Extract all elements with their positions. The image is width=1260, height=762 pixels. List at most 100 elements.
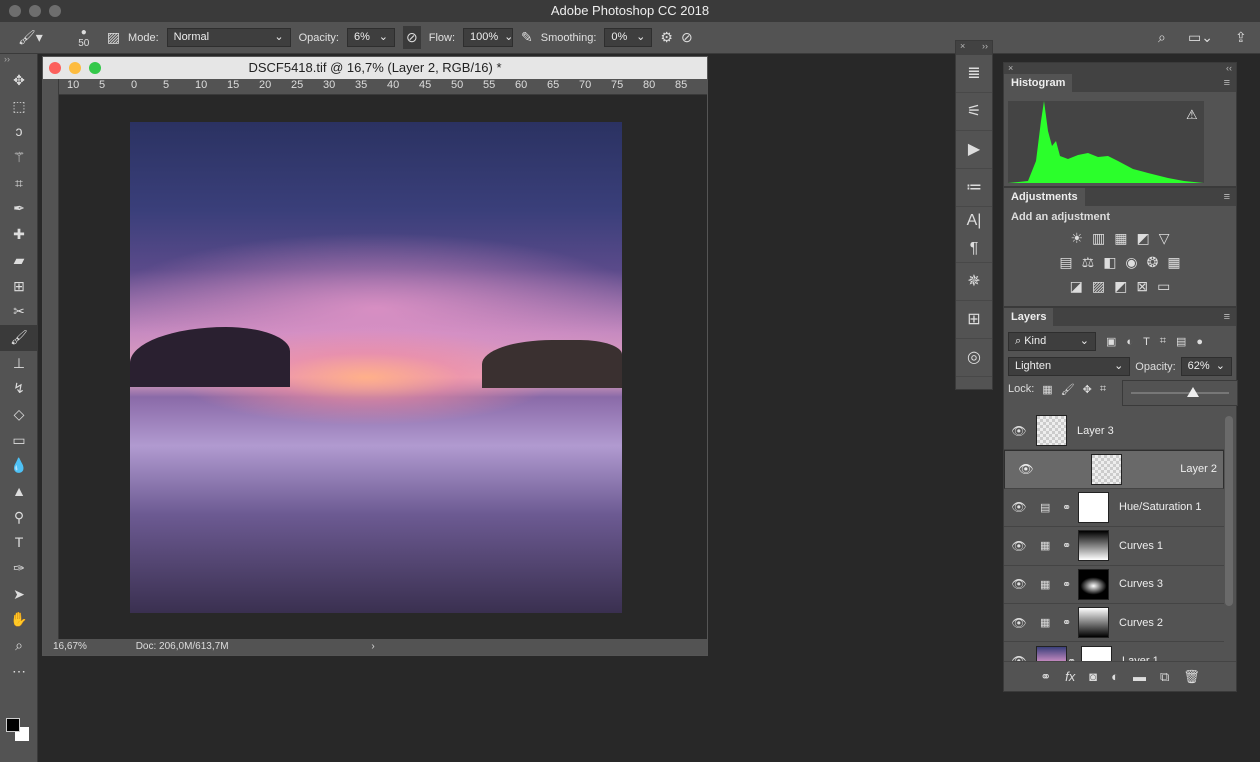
lock-transparent-icon[interactable]: ▦	[1042, 383, 1052, 396]
link-icon[interactable]: ⚭	[1062, 501, 1078, 514]
link-icon[interactable]: ⚭	[1062, 539, 1078, 552]
navigator-icon[interactable]: ✵	[956, 263, 992, 301]
new-adjustment-icon[interactable]: ◐	[1111, 669, 1119, 684]
filter-toggle[interactable]: ●	[1196, 336, 1203, 348]
more-tool-icon[interactable]: ⋯	[0, 659, 38, 685]
layer-row[interactable]: 👁 ▤ ⚭ Hue/Saturation 1	[1004, 489, 1224, 528]
layer-row[interactable]: 👁 ⚭ Layer 1	[1004, 642, 1224, 662]
close-icon[interactable]: ×	[1008, 63, 1013, 74]
stamp-tool-icon[interactable]: ⊥	[0, 351, 38, 377]
threshold-icon[interactable]: ◩	[1114, 278, 1127, 295]
layer-thumbnail[interactable]	[1091, 454, 1123, 486]
collapse-icon[interactable]: ››	[0, 54, 37, 68]
new-group-icon[interactable]: ▬	[1133, 669, 1146, 684]
layer-mask-thumbnail[interactable]	[1078, 491, 1109, 523]
horizontal-ruler[interactable]: 10 5 0 5 10 15 20 25 30 35 40 45 50 55 60 65 70 75 80 85	[59, 79, 707, 95]
pen-tool-icon[interactable]: ✑	[0, 556, 38, 582]
gradient-tool-icon[interactable]: ▭	[0, 428, 38, 454]
histogram-tab[interactable]: Histogram	[1004, 74, 1073, 92]
paragraph-icon[interactable]: ¶	[956, 235, 992, 263]
layer-thumbnail[interactable]	[1036, 415, 1067, 447]
channel-mixer-icon[interactable]: ❂	[1147, 254, 1159, 271]
layer-opacity-input[interactable]: 62% ⌄	[1180, 357, 1232, 376]
panel-menu-icon[interactable]: ≡	[1224, 74, 1236, 92]
doc-close-button[interactable]	[49, 62, 61, 74]
hand-tool-icon[interactable]: ✋	[0, 607, 38, 633]
layer-row[interactable]: 👁 Layer 3	[1004, 412, 1224, 451]
photo-filter-icon[interactable]: ◉	[1125, 254, 1137, 271]
opacity-slider-track[interactable]	[1131, 392, 1229, 394]
link-icon[interactable]: ⚭	[1062, 578, 1078, 591]
lock-pixels-icon[interactable]: 🖌	[1061, 383, 1075, 396]
content-aware-tool-icon[interactable]: ⊞	[0, 274, 38, 300]
brightness-icon[interactable]: ☀	[1070, 230, 1083, 247]
zoom-tool-icon[interactable]: ⌕	[0, 633, 38, 659]
search-icon[interactable]: ⌕	[1158, 29, 1166, 46]
mode-select[interactable]: Normal ⌄	[166, 28, 291, 47]
link-layers-icon[interactable]: ⚭	[1040, 669, 1051, 685]
info-icon[interactable]: ⊞	[956, 301, 992, 339]
collapse-icon[interactable]: ‹‹	[1226, 63, 1232, 74]
filter-smart-object-icon[interactable]: ▤	[1176, 335, 1186, 348]
levels-icon[interactable]: ▥	[1092, 230, 1105, 247]
layers-tab[interactable]: Layers	[1004, 308, 1054, 326]
opacity-input[interactable]: 6% ⌄	[346, 28, 395, 47]
curves-icon[interactable]: ▦	[1114, 230, 1127, 247]
layer-name[interactable]: Curves 1	[1119, 540, 1163, 552]
actions-play-icon[interactable]: ▶	[956, 131, 992, 169]
smoothing-input[interactable]: 0% ⌄	[604, 28, 653, 47]
close-icon[interactable]: ×	[960, 41, 965, 55]
selective-color-icon[interactable]: ⊠	[1136, 278, 1148, 295]
layer-row[interactable]: 👁 ▦ ⚭ Curves 1	[1004, 527, 1224, 566]
share-icon[interactable]: ⇪	[1235, 29, 1247, 46]
layer-name[interactable]: Layer 2	[1180, 461, 1217, 478]
history-brush-tool-icon[interactable]: ↯	[0, 376, 38, 402]
exposure-icon[interactable]: ◩	[1137, 230, 1150, 247]
lock-position-icon[interactable]: ✥	[1083, 383, 1092, 396]
layer-name[interactable]: Curves 2	[1119, 617, 1163, 629]
opacity-slider-thumb[interactable]	[1187, 387, 1199, 397]
path-select-tool-icon[interactable]: ➤	[0, 582, 38, 608]
filter-type-icon[interactable]: T	[1143, 336, 1150, 348]
patch-tool-icon[interactable]: ▰	[0, 248, 38, 274]
canvas-image[interactable]	[130, 122, 622, 613]
foreground-color-swatch[interactable]	[6, 718, 20, 732]
color-balance-icon[interactable]: ⚖	[1082, 254, 1095, 271]
move-tool-icon[interactable]: ✥	[0, 68, 38, 94]
new-layer-icon[interactable]: ⧉	[1160, 669, 1169, 685]
layers-scrollbar[interactable]	[1225, 416, 1233, 606]
posterize-icon[interactable]: ▨	[1092, 278, 1105, 295]
layer-row[interactable]: 👁 ▦ ⚭ Curves 2	[1004, 604, 1224, 643]
add-mask-icon[interactable]: ◙	[1089, 669, 1097, 684]
visibility-eye-icon[interactable]: 👁	[1004, 577, 1034, 591]
color-lookup-icon[interactable]: ▦	[1167, 254, 1180, 271]
layer-mask-thumbnail[interactable]	[1081, 645, 1112, 662]
layer-name[interactable]: Layer 3	[1077, 425, 1114, 437]
magic-wand-tool-icon[interactable]: ⚚	[0, 145, 38, 171]
dodge-tool-icon[interactable]: ▲	[0, 479, 38, 505]
status-arrow-icon[interactable]: ›	[371, 641, 374, 652]
doc-zoom-button[interactable]	[89, 62, 101, 74]
doc-minimize-button[interactable]	[69, 62, 81, 74]
airbrush-icon[interactable]: ✎	[521, 29, 533, 46]
fx-icon[interactable]: fx	[1065, 669, 1075, 684]
clone-source-icon[interactable]: ≔	[956, 169, 992, 207]
gradient-map-icon[interactable]: ▭	[1157, 278, 1170, 295]
brush-tool-icon[interactable]: 🖌	[0, 324, 38, 351]
pressure-size-icon[interactable]: ⊘	[681, 29, 693, 46]
layer-mask-thumbnail[interactable]	[1078, 568, 1109, 600]
flow-input[interactable]: 100% ⌄	[463, 28, 513, 47]
filter-shape-icon[interactable]: ⌗	[1160, 335, 1166, 348]
blend-mode-select[interactable]: Lighten ⌄	[1008, 357, 1131, 376]
filter-pixel-icon[interactable]: ▣	[1106, 335, 1116, 348]
delete-layer-icon[interactable]: 🗑	[1183, 669, 1200, 685]
visibility-eye-icon[interactable]: 👁	[1004, 539, 1034, 553]
vertical-ruler[interactable]	[43, 79, 59, 639]
zoom-window-button[interactable]	[49, 5, 61, 17]
lock-artboard-icon[interactable]: ⌗	[1100, 383, 1106, 396]
layer-filter-select[interactable]: ⌕ Kind ⌄	[1008, 332, 1096, 351]
brush-preset-icon[interactable]: 🖌▾	[18, 29, 43, 46]
visibility-eye-icon[interactable]: 👁	[1004, 500, 1034, 514]
eyedropper-tool-icon[interactable]: ✒	[0, 196, 38, 222]
brush-settings-icon[interactable]: ▨	[107, 29, 120, 46]
